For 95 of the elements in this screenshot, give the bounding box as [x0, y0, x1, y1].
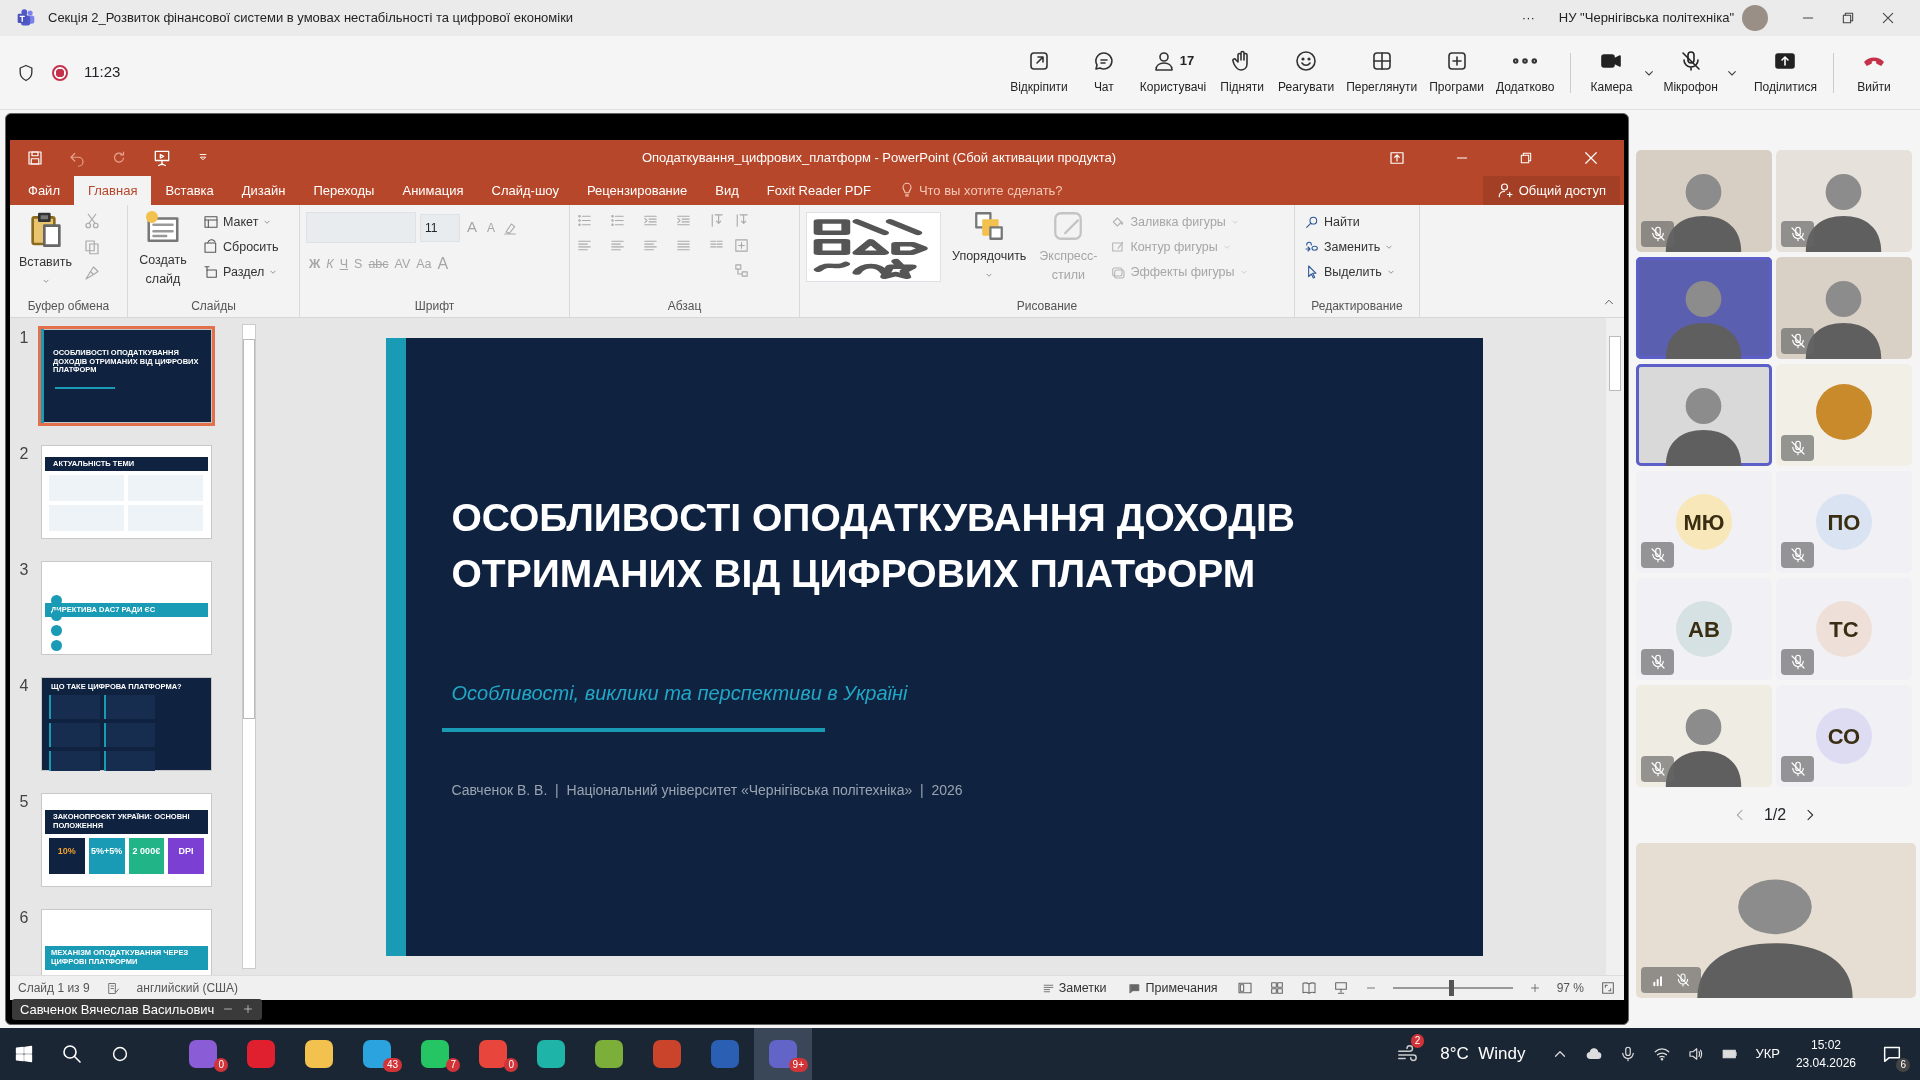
slide-footer: Савченок В. В. | Національний університет «Чернігівська політехніка» | 2026: [451, 779, 1295, 801]
hand-button[interactable]: Підняти: [1212, 47, 1273, 98]
initials-avatar: АВ: [1676, 601, 1732, 657]
leave-button[interactable]: Вийти: [1844, 47, 1904, 98]
window-title: Оподаткування_цифрових_платформ - PowerPoint (Сбой активации продукта): [640, 148, 1118, 167]
stat-tile: 5%+5%: [88, 837, 125, 874]
slide-number: 3: [18, 560, 30, 580]
presenter-name: Савченок Вячеслав Васильович: [20, 1000, 215, 1019]
chat-button[interactable]: Чат: [1073, 47, 1134, 98]
participant-tile[interactable]: МЮ: [1636, 471, 1772, 573]
find-button[interactable]: Найти: [1301, 212, 1399, 233]
date-label: 23.04.2026: [1795, 1055, 1856, 1072]
ribbon-tab[interactable]: Foxit Reader PDF: [752, 175, 885, 205]
initials-avatar: СО: [1816, 708, 1872, 764]
apps-button[interactable]: Програми: [1423, 47, 1490, 98]
ribbon-tab[interactable]: Рецензирование: [572, 175, 702, 205]
paste-button[interactable]: Вставить: [16, 208, 75, 287]
more-button[interactable]: Додатково: [1489, 47, 1561, 98]
taskbar-app[interactable]: 0: [174, 1028, 232, 1080]
taskbar-app[interactable]: 0: [464, 1028, 522, 1080]
notifications-button[interactable]: 6: [1872, 1028, 1912, 1080]
group-label: Шрифт: [413, 298, 456, 315]
notification-badge: 2: [1410, 1034, 1425, 1048]
slide-title: ОТРИМАНИХ ВІД ЦИФРОВИХ ПЛАТФОРМ: [451, 550, 1257, 597]
share-button[interactable]: Общий доступ: [1482, 175, 1620, 205]
ribbon-tab[interactable]: Файл: [14, 175, 74, 205]
participant-tile[interactable]: ТС: [1776, 578, 1912, 680]
ribbon-tab[interactable]: Вид: [701, 175, 753, 205]
group-label: Слайды: [190, 298, 237, 315]
ribbon-tab[interactable]: Анимация: [388, 175, 478, 205]
initials-avatar: МЮ: [1676, 494, 1732, 550]
tell-me-search[interactable]: Что вы хотите сделать?: [884, 175, 1077, 205]
language-label[interactable]: английский (США): [136, 979, 239, 997]
slide-number: 1: [18, 328, 30, 348]
slide-number: 5: [18, 792, 30, 812]
participant-count: 17: [1179, 52, 1195, 71]
taskbar-app[interactable]: 7: [406, 1028, 464, 1080]
slide-option-button[interactable]: Макет: [200, 212, 282, 233]
slide-title: ОСОБЛИВОСТІ ОПОДАТКУВАННЯ ДОХОДІВ: [451, 494, 1295, 541]
group-label: Абзац: [666, 298, 703, 315]
stat-tile: DPI: [168, 837, 204, 874]
ribbon-tab[interactable]: Главная: [73, 175, 152, 205]
notes-button[interactable]: Заметки: [1038, 977, 1110, 999]
ribbon-tab[interactable]: Дизайн: [227, 175, 300, 205]
group-label: Рисование: [1015, 298, 1079, 315]
notification-badge: 7: [446, 1058, 460, 1072]
notification-badge: 0: [504, 1058, 518, 1072]
arrange-button[interactable]: Упорядочить: [949, 208, 1030, 286]
zoom-percentage[interactable]: 97 %: [1556, 979, 1584, 997]
keyboard-language[interactable]: УКР: [1755, 1044, 1780, 1064]
people-button[interactable]: 17 Користувачі: [1133, 47, 1213, 98]
notification-badge: 9+: [788, 1058, 808, 1072]
initials-avatar: ТС: [1816, 601, 1872, 657]
weather-label[interactable]: 8°C Windy: [1440, 1041, 1526, 1067]
initials-avatar: ПО: [1816, 494, 1872, 550]
microphone-button[interactable]: Мікрофон: [1657, 47, 1724, 98]
participant-tile[interactable]: СО: [1776, 685, 1912, 787]
organization-name: НУ "Чернігівська політехніка": [1558, 9, 1734, 28]
notification-badge: 43: [382, 1058, 402, 1072]
ribbon-tab[interactable]: Слайд-шоу: [477, 175, 573, 205]
taskbar-app[interactable]: 43: [348, 1028, 406, 1080]
select-button[interactable]: Выделить: [1301, 261, 1399, 283]
replace-button[interactable]: Заменить: [1301, 236, 1399, 258]
view-button[interactable]: Переглянути: [1340, 47, 1424, 98]
stat-tile: 2 000€: [128, 837, 165, 874]
ribbon-tab[interactable]: Переходы: [299, 175, 389, 205]
more-options[interactable]: ···: [1521, 8, 1535, 28]
slide-subtitle: Особливості, виклики та перспективи в Україні: [451, 680, 909, 706]
notification-badge: 0: [214, 1058, 228, 1072]
participant-tile[interactable]: АВ: [1636, 578, 1772, 680]
slide-counter: Слайд 1 из 9: [18, 980, 90, 997]
slide-option-button[interactable]: Раздел: [200, 261, 282, 283]
slide-number: 6: [18, 908, 30, 928]
react-button[interactable]: Реагувати: [1272, 47, 1341, 98]
weather-icon-button[interactable]: 2: [1390, 1028, 1425, 1080]
slide-number: 4: [18, 676, 30, 696]
slide-number: 2: [18, 444, 30, 464]
camera-button[interactable]: Камера: [1581, 47, 1642, 98]
clock[interactable]: 15:02 23.04.2026: [1795, 1036, 1856, 1072]
page-indicator: 1/2: [1763, 805, 1787, 825]
new-slide-button[interactable]: Создать слайд: [134, 208, 192, 290]
ribbon-tab[interactable]: Вставка: [151, 175, 228, 205]
meeting-timer: 11:23: [84, 62, 121, 83]
taskbar-app[interactable]: 9+: [754, 1028, 812, 1080]
meeting-title: Секція 2_Розвиток фінансової системи в умовах нестабільності та цифрової економіки: [48, 9, 574, 28]
notification-badge: 6: [1896, 1058, 1910, 1072]
popout-button[interactable]: Відкріпити: [1004, 47, 1074, 98]
stat-tile: 10%: [49, 837, 85, 874]
slide-option-button[interactable]: Сбросить: [200, 236, 282, 258]
comments-button[interactable]: Примечания: [1125, 977, 1221, 999]
participant-tile[interactable]: ПО: [1776, 471, 1912, 573]
group-label: Редактирование: [1310, 298, 1404, 315]
share-button[interactable]: Поділитися: [1747, 47, 1823, 98]
group-label: Буфер обмена: [26, 298, 111, 315]
time-label: 15:02: [1809, 1037, 1842, 1054]
